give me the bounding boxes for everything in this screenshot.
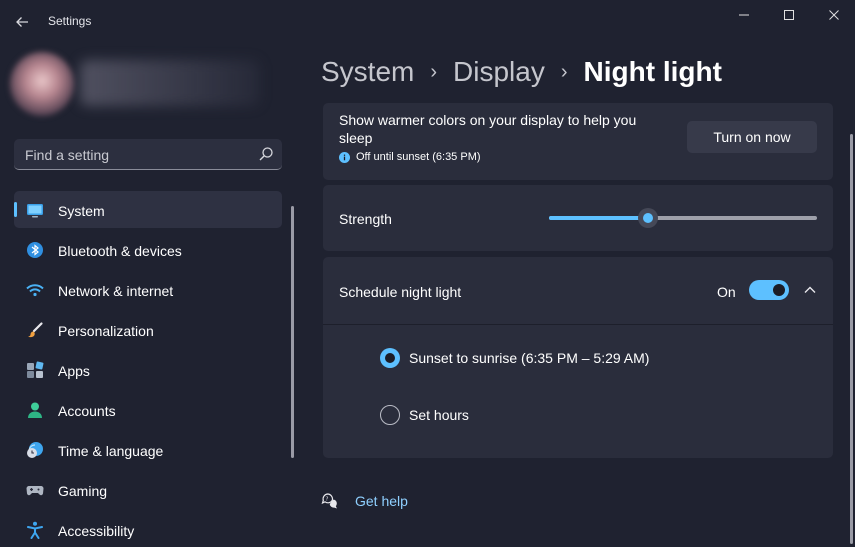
- main-scrollbar[interactable]: [850, 134, 853, 544]
- sidebar-item-label: Bluetooth & devices: [58, 243, 182, 259]
- radio-set-hours[interactable]: Set hours: [380, 405, 469, 425]
- strength-slider[interactable]: [549, 208, 817, 228]
- app-title: Settings: [48, 14, 92, 28]
- breadcrumb-system[interactable]: System: [321, 56, 414, 88]
- arrow-left-icon: [16, 17, 28, 27]
- night-light-status: Off until sunset (6:35 PM): [339, 151, 481, 163]
- night-light-description-cont: sleep: [339, 130, 373, 146]
- sidebar-nav: System Bluetooth & devices Network & int…: [14, 191, 282, 547]
- sidebar-item-network[interactable]: Network & internet: [14, 271, 282, 308]
- avatar: [10, 52, 74, 116]
- sidebar-item-label: Time & language: [58, 443, 164, 459]
- sidebar-item-personalization[interactable]: Personalization: [14, 311, 282, 348]
- schedule-header[interactable]: Schedule night light On: [323, 257, 833, 325]
- close-icon: [829, 10, 839, 20]
- slider-fill: [549, 216, 649, 220]
- sidebar-item-system[interactable]: System: [14, 191, 282, 228]
- monitor-icon: [27, 204, 43, 218]
- sidebar-scrollbar[interactable]: [291, 206, 294, 458]
- radio-sunset-sunrise[interactable]: Sunset to sunrise (6:35 PM – 5:29 AM): [380, 348, 649, 368]
- account-info-blurred: [80, 60, 260, 106]
- user-profile[interactable]: [4, 46, 294, 122]
- sidebar-item-label: Personalization: [58, 323, 154, 339]
- schedule-toggle[interactable]: [749, 280, 789, 300]
- minimize-button[interactable]: [721, 0, 767, 30]
- slider-thumb[interactable]: [638, 208, 659, 228]
- wifi-icon: [26, 284, 44, 297]
- sidebar-item-gaming[interactable]: Gaming: [14, 471, 282, 508]
- toggle-state-label: On: [717, 284, 736, 300]
- accessibility-icon: [27, 521, 43, 539]
- chevron-right-icon: ›: [430, 60, 438, 83]
- person-icon: [28, 402, 42, 418]
- strength-label: Strength: [339, 211, 392, 227]
- search-icon: [259, 147, 273, 161]
- breadcrumb-display[interactable]: Display: [453, 56, 545, 88]
- turn-on-now-button[interactable]: Turn on now: [687, 121, 817, 153]
- strength-card: Strength: [323, 185, 833, 251]
- search-box[interactable]: Find a setting: [14, 139, 282, 170]
- page-title: Night light: [583, 56, 722, 87]
- get-help-link[interactable]: Get help: [355, 493, 408, 509]
- night-light-card: Show warmer colors on your display to he…: [323, 103, 833, 180]
- chevron-up-icon[interactable]: [802, 282, 818, 298]
- sidebar-item-label: Gaming: [58, 483, 108, 499]
- radio-button-selected[interactable]: [380, 348, 400, 368]
- sidebar-item-accessibility[interactable]: Accessibility: [14, 511, 282, 547]
- radio-label: Sunset to sunrise (6:35 PM – 5:29 AM): [409, 350, 650, 366]
- sidebar-item-label: System: [58, 203, 105, 219]
- svg-text:?: ?: [326, 496, 329, 502]
- close-button[interactable]: [811, 0, 855, 30]
- sidebar-item-bluetooth[interactable]: Bluetooth & devices: [14, 231, 282, 268]
- sidebar-item-time-language[interactable]: Time & language: [14, 431, 282, 468]
- back-button[interactable]: [10, 10, 34, 34]
- brush-icon: [28, 322, 43, 338]
- sidebar-item-label: Accessibility: [58, 523, 135, 539]
- sidebar-item-apps[interactable]: Apps: [14, 351, 282, 388]
- minimize-icon: [739, 14, 749, 16]
- help-chat-icon: ?: [321, 493, 337, 509]
- title-bar: Settings: [0, 0, 855, 44]
- get-help[interactable]: ? Get help: [321, 492, 408, 510]
- sidebar-item-accounts[interactable]: Accounts: [14, 391, 282, 428]
- gamepad-icon: [26, 486, 44, 496]
- chevron-right-icon: ›: [560, 60, 568, 83]
- breadcrumb: System › Display › Night light: [321, 56, 722, 88]
- search-input[interactable]: Find a setting: [25, 147, 109, 163]
- slider-thumb-dot: [643, 213, 654, 223]
- schedule-card: Schedule night light On Sunset to sunris…: [323, 257, 833, 458]
- maximize-button[interactable]: [766, 0, 812, 30]
- clock-globe-icon: [27, 442, 43, 458]
- toggle-knob: [773, 284, 785, 296]
- maximize-icon: [784, 10, 794, 20]
- radio-button[interactable]: [380, 405, 400, 425]
- bluetooth-icon: [27, 242, 43, 258]
- apps-icon: [27, 361, 44, 378]
- status-text: Off until sunset (6:35 PM): [356, 151, 481, 163]
- sidebar-item-label: Apps: [58, 363, 90, 379]
- radio-label: Set hours: [409, 407, 469, 423]
- sidebar-item-label: Network & internet: [58, 283, 174, 299]
- sidebar-item-label: Accounts: [58, 403, 116, 419]
- info-icon: [339, 151, 350, 163]
- night-light-description: Show warmer colors on your display to he…: [339, 112, 637, 128]
- schedule-label: Schedule night light: [339, 284, 462, 300]
